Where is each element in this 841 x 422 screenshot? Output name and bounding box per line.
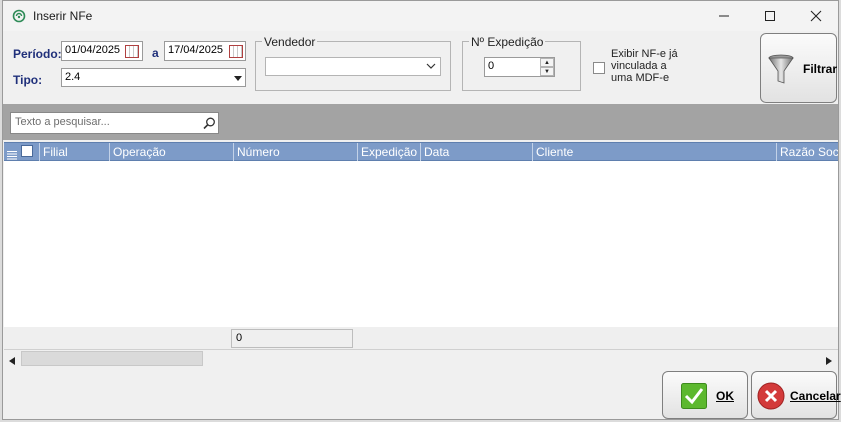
expedicao-value: 0 bbox=[488, 60, 495, 72]
filtrar-button[interactable]: Filtrar bbox=[760, 33, 837, 103]
cancel-icon bbox=[757, 382, 785, 413]
scroll-right-arrow-icon[interactable] bbox=[826, 354, 832, 368]
window-title: Inserir NFe bbox=[33, 9, 93, 23]
maximize-button[interactable] bbox=[747, 1, 793, 31]
spin-up-button[interactable]: ▲ bbox=[540, 58, 554, 67]
list-icon bbox=[7, 147, 17, 161]
funnel-icon bbox=[767, 54, 795, 87]
column-header-razao-social[interactable]: Razão Social bbox=[776, 143, 838, 161]
column-header-filial[interactable]: Filial bbox=[39, 143, 109, 161]
grid-body[interactable] bbox=[4, 161, 838, 327]
date-separator: a bbox=[152, 46, 159, 60]
exibir-vinculada-checkbox[interactable] bbox=[593, 62, 605, 74]
column-header-numero[interactable]: Número bbox=[233, 143, 357, 161]
calendar-to-icon[interactable] bbox=[229, 45, 243, 58]
column-header-data[interactable]: Data bbox=[420, 143, 532, 161]
cancel-label: Cancelar bbox=[790, 389, 841, 403]
column-header-expedicao[interactable]: Expedição bbox=[357, 143, 420, 161]
expedicao-label: Nº Expedição bbox=[469, 35, 546, 49]
vendedor-select[interactable] bbox=[265, 57, 441, 76]
column-header-cliente[interactable]: Cliente bbox=[532, 143, 776, 161]
date-to-value: 17/04/2025 bbox=[168, 44, 224, 56]
scroll-left-arrow-icon[interactable] bbox=[9, 354, 15, 368]
ok-label: OK bbox=[716, 389, 734, 403]
periodo-label: Período: bbox=[13, 47, 62, 61]
cancel-button[interactable]: Cancelar bbox=[751, 371, 841, 419]
vendedor-label: Vendedor bbox=[262, 35, 318, 49]
chevron-down-icon bbox=[426, 61, 436, 73]
column-header-operacao[interactable]: Operação bbox=[109, 143, 233, 161]
minimize-button[interactable] bbox=[701, 1, 747, 31]
scrollbar-thumb[interactable] bbox=[21, 351, 203, 366]
ok-button[interactable]: OK bbox=[662, 371, 748, 419]
header-menu-cell[interactable] bbox=[4, 143, 39, 161]
tipo-label: Tipo: bbox=[13, 73, 43, 87]
search-icon[interactable] bbox=[203, 117, 216, 133]
spin-down-button[interactable]: ▼ bbox=[540, 67, 554, 76]
search-input[interactable]: Texto a pesquisar... bbox=[10, 112, 219, 134]
filtrar-label: Filtrar bbox=[803, 62, 838, 76]
grid-header: Filial Operação Número Expedição Data Cl… bbox=[4, 142, 838, 161]
calendar-from-icon[interactable] bbox=[125, 45, 139, 58]
check-icon bbox=[681, 383, 707, 412]
close-button[interactable] bbox=[793, 1, 839, 31]
title-bar: Inserir NFe bbox=[3, 1, 838, 31]
dialog-window: Inserir NFe Período: 01/04/2025 a 17/04/… bbox=[2, 0, 841, 420]
select-all-checkbox[interactable] bbox=[21, 145, 33, 157]
tipo-value: 2.4 bbox=[65, 71, 81, 83]
search-placeholder: Texto a pesquisar... bbox=[15, 116, 110, 128]
grid-footer bbox=[4, 327, 838, 349]
tipo-select[interactable]: 2.4 bbox=[61, 68, 246, 87]
record-count: 0 bbox=[231, 329, 353, 348]
date-from-value: 01/04/2025 bbox=[65, 44, 121, 56]
exibir-vinculada-label: Exibir NF-e já vinculada a uma MDF-e bbox=[611, 48, 678, 84]
chevron-down-icon bbox=[234, 76, 242, 81]
record-count-value: 0 bbox=[236, 332, 243, 344]
app-icon bbox=[12, 9, 26, 26]
